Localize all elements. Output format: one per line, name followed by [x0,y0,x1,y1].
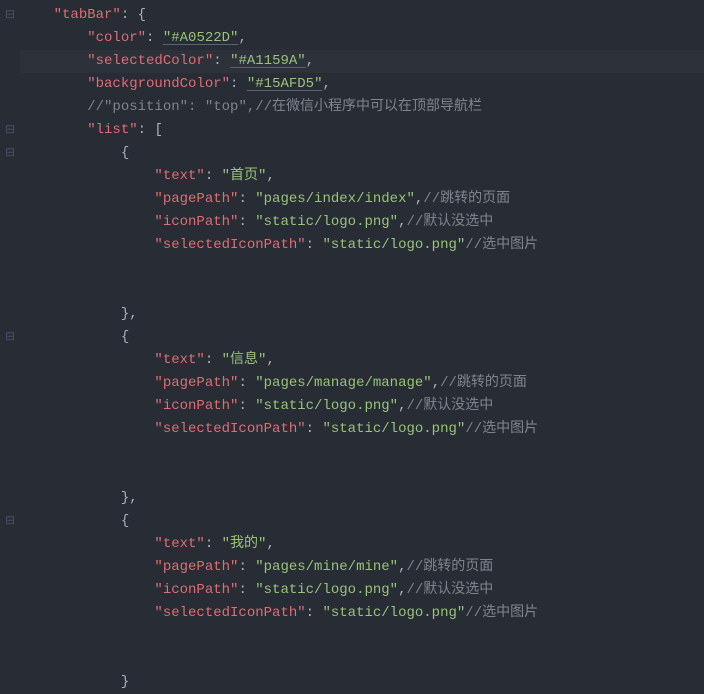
code-line[interactable]: { [20,326,704,349]
code-line[interactable] [20,257,704,280]
fold-icon [0,418,20,441]
code-line[interactable] [20,648,704,671]
code-editor: ⊟ ⊟ ⊟ ⊟ ⊟ "tabBar": { [0,0,704,687]
fold-icon[interactable]: ⊟ [0,510,20,533]
fold-icon [0,303,20,326]
code-line[interactable]: }, [20,303,704,326]
fold-icon [0,441,20,464]
code-line[interactable]: "selectedColor": "#A1159A", [20,50,704,73]
fold-icon [0,487,20,510]
code-area[interactable]: "tabBar": { "color": "#A0522D", "selecte… [20,0,704,687]
fold-icon [0,372,20,395]
fold-icon [0,27,20,50]
code-line[interactable]: //"position": "top",//在微信小程序中可以在顶部导航栏 [20,96,704,119]
code-line[interactable]: "color": "#A0522D", [20,27,704,50]
code-line[interactable]: "tabBar": { [20,4,704,27]
code-line[interactable]: "text": "信息", [20,349,704,372]
code-line[interactable]: "iconPath": "static/logo.png",//默认没选中 [20,579,704,602]
code-line[interactable]: "iconPath": "static/logo.png",//默认没选中 [20,395,704,418]
fold-icon[interactable]: ⊟ [0,142,20,165]
code-line[interactable]: "selectedIconPath": "static/logo.png"//选… [20,418,704,441]
fold-icon [0,50,20,73]
code-line[interactable]: "text": "我的", [20,533,704,556]
fold-icon [0,579,20,602]
code-line[interactable]: "text": "首页", [20,165,704,188]
fold-icon[interactable]: ⊟ [0,119,20,142]
code-line[interactable]: "list": [ [20,119,704,142]
fold-icon [0,257,20,280]
code-line[interactable] [20,441,704,464]
fold-icon [0,625,20,648]
code-line[interactable]: { [20,510,704,533]
fold-icon [0,211,20,234]
code-line[interactable]: "pagePath": "pages/index/index",//跳转的页面 [20,188,704,211]
code-line[interactable]: "pagePath": "pages/manage/manage",//跳转的页… [20,372,704,395]
fold-icon [0,533,20,556]
fold-icon [0,280,20,303]
code-line[interactable]: }, [20,487,704,510]
fold-icon [0,556,20,579]
fold-gutter: ⊟ ⊟ ⊟ ⊟ ⊟ [0,0,20,687]
code-line[interactable]: } [20,671,704,694]
fold-icon [0,671,20,694]
code-line[interactable]: "iconPath": "static/logo.png",//默认没选中 [20,211,704,234]
fold-icon [0,188,20,211]
fold-icon[interactable]: ⊟ [0,4,20,27]
code-line[interactable] [20,464,704,487]
code-line[interactable]: { [20,142,704,165]
fold-icon[interactable]: ⊟ [0,326,20,349]
fold-icon [0,602,20,625]
fold-icon [0,234,20,257]
fold-icon [0,648,20,671]
fold-icon [0,73,20,96]
fold-icon [0,96,20,119]
fold-icon [0,464,20,487]
fold-icon [0,395,20,418]
fold-icon [0,165,20,188]
fold-icon [0,349,20,372]
code-line[interactable]: "backgroundColor": "#15AFD5", [20,73,704,96]
code-line[interactable]: "selectedIconPath": "static/logo.png"//选… [20,602,704,625]
code-line[interactable] [20,625,704,648]
code-line[interactable]: "pagePath": "pages/mine/mine",//跳转的页面 [20,556,704,579]
code-line[interactable]: "selectedIconPath": "static/logo.png"//选… [20,234,704,257]
code-line[interactable] [20,280,704,303]
